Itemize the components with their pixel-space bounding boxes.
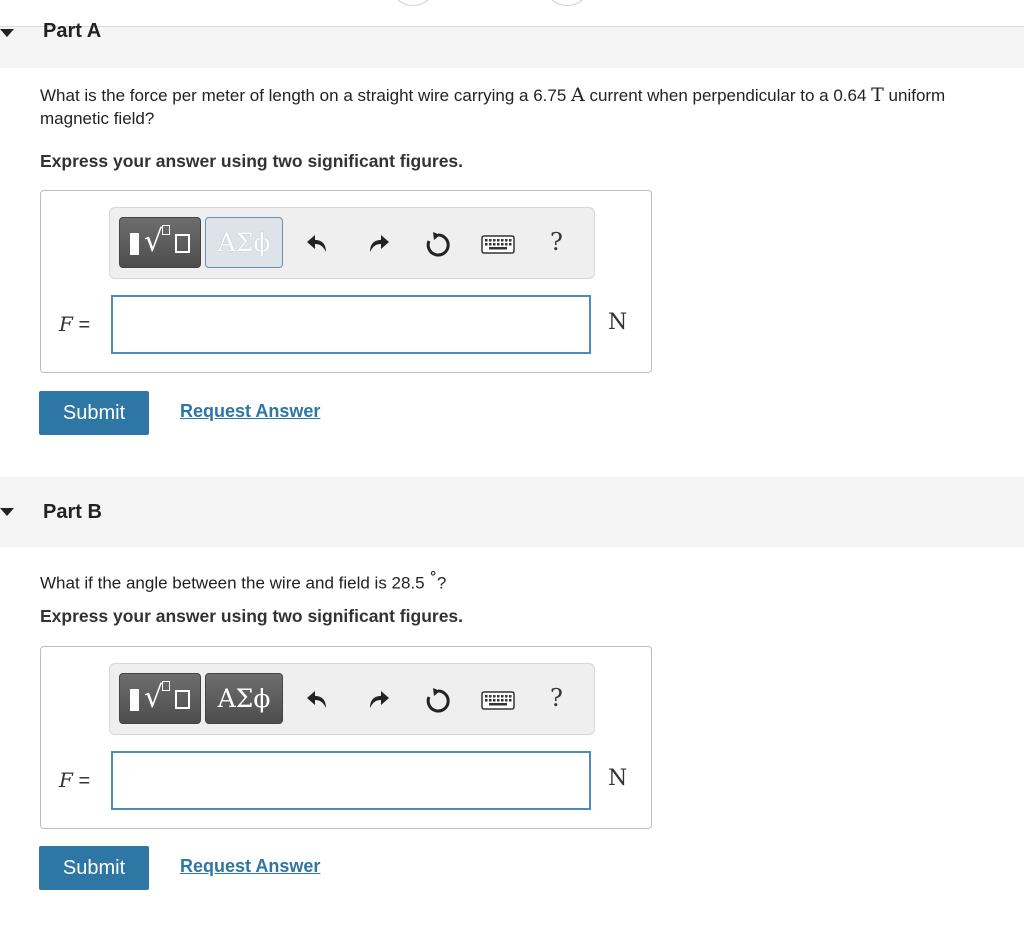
keyboard-icon[interactable] (480, 230, 516, 258)
part-a-question: What is the force per meter of length on… (40, 84, 946, 128)
undo-icon[interactable] (304, 230, 332, 258)
sqrt-icon: √ (144, 224, 164, 259)
part-a-instruction: Express your answer using two significan… (40, 151, 464, 171)
reset-icon[interactable] (424, 686, 452, 714)
redo-icon[interactable] (364, 230, 392, 258)
request-answer-link[interactable]: Request Answer (180, 856, 320, 877)
root-index-icon (162, 225, 170, 235)
part-a-title: Part A (43, 20, 102, 42)
math-toolbar: √ ΑΣϕ ? (109, 207, 595, 279)
nav-circle-left[interactable] (392, 0, 434, 6)
part-b-question: What if the angle between the wire and f… (40, 568, 447, 593)
keyboard-icon[interactable] (480, 686, 516, 714)
part-b-title: Part B (43, 501, 102, 523)
templates-button[interactable]: √ (119, 673, 201, 724)
unit-label: N (608, 766, 628, 791)
sqrt-icon: √ (144, 680, 164, 715)
variable-label: F = (59, 312, 91, 336)
part-a-answer-box: √ ΑΣϕ ? F = N (40, 190, 652, 373)
block-icon (130, 233, 139, 255)
templates-button[interactable]: √ (119, 217, 201, 268)
part-b-instruction: Express your answer using two significan… (40, 606, 464, 626)
nav-circle-right[interactable] (546, 0, 588, 6)
collapse-triangle-icon[interactable] (0, 508, 14, 516)
variable-label: F = (59, 768, 91, 792)
placeholder-box-icon (175, 690, 190, 709)
answer-input[interactable] (111, 751, 591, 810)
answer-input[interactable] (111, 295, 591, 354)
submit-button[interactable]: Submit (39, 391, 149, 435)
request-answer-link[interactable]: Request Answer (180, 401, 320, 422)
part-b-answer-box: √ ΑΣϕ ? F = N (40, 646, 652, 829)
root-index-icon (162, 681, 170, 691)
placeholder-box-icon (175, 234, 190, 253)
greek-symbols-button[interactable]: ΑΣϕ (205, 673, 283, 724)
reset-icon[interactable] (424, 230, 452, 258)
greek-symbols-button[interactable]: ΑΣϕ (205, 217, 283, 268)
unit-label: N (608, 310, 628, 335)
help-button[interactable]: ? (550, 684, 563, 712)
redo-icon[interactable] (364, 686, 392, 714)
undo-icon[interactable] (304, 686, 332, 714)
submit-button[interactable]: Submit (39, 846, 149, 890)
collapse-triangle-icon[interactable] (0, 29, 14, 37)
block-icon (130, 689, 139, 711)
part-b-header[interactable]: Part B (0, 477, 1024, 547)
math-toolbar: √ ΑΣϕ ? (109, 663, 595, 735)
part-a-header[interactable]: Part A (0, 20, 1024, 68)
help-button[interactable]: ? (550, 228, 563, 256)
